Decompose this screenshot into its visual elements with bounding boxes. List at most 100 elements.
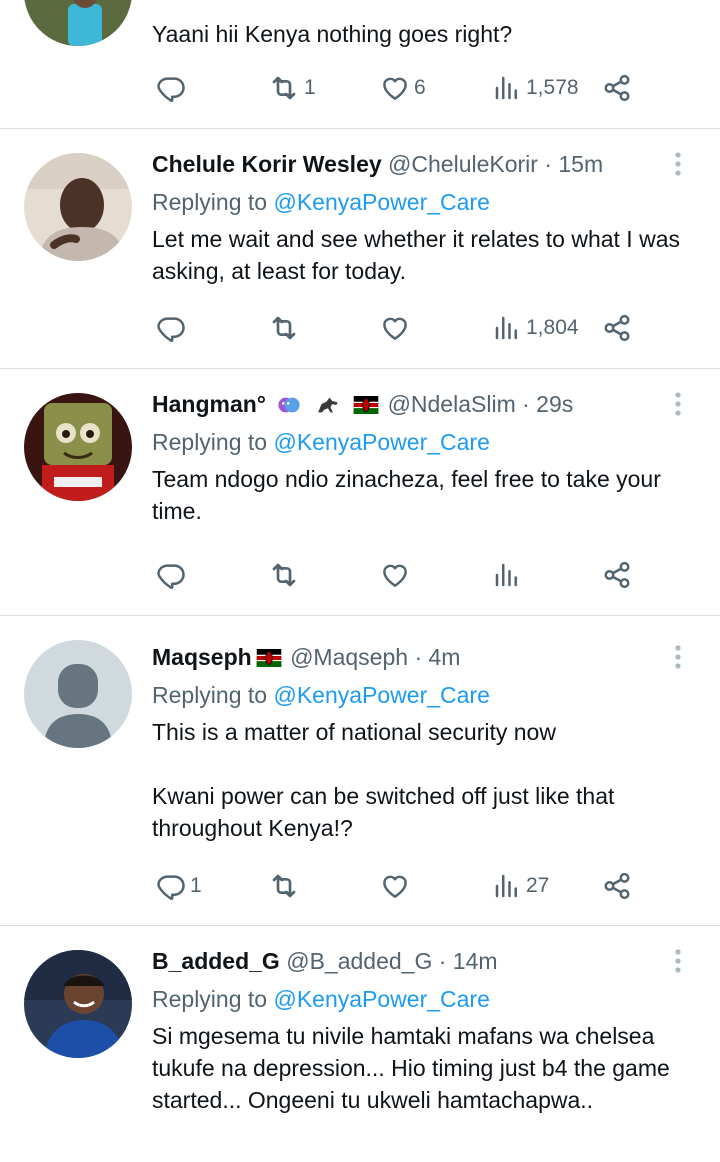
- tweet-actions: 1 6 1,578: [152, 70, 672, 106]
- replying-to-link[interactable]: @KenyaPower_Care: [273, 429, 489, 455]
- username[interactable]: @Maqseph: [290, 644, 408, 670]
- retweet-icon: [268, 559, 300, 591]
- tweet-text: Yaani hii Kenya nothing goes right?: [152, 21, 513, 47]
- heart-icon: [380, 313, 410, 343]
- reply-button[interactable]: [156, 557, 190, 593]
- avatar[interactable]: [24, 640, 132, 748]
- replying-to: Replying to @KenyaPower_Care: [152, 984, 700, 1014]
- retweet-button[interactable]: [268, 310, 304, 346]
- share-button[interactable]: [602, 310, 632, 346]
- tweet-text: This is a matter of national security no…: [152, 719, 615, 841]
- share-button[interactable]: [602, 557, 632, 593]
- replying-to-link[interactable]: @KenyaPower_Care: [273, 986, 489, 1012]
- tweet[interactable]: Yaani hii Kenya nothing goes right? 1 6 …: [0, 0, 720, 129]
- kenya-flag-icon: [353, 396, 379, 414]
- display-name[interactable]: Hangman°: [152, 391, 266, 417]
- heart-icon: [380, 871, 410, 901]
- timestamp[interactable]: · 4m: [414, 644, 460, 670]
- share-icon: [602, 871, 632, 901]
- retweet-button[interactable]: 1: [268, 70, 316, 106]
- tweet[interactable]: B_added_G @B_added_G · 14m Replying to @…: [0, 926, 720, 1162]
- username[interactable]: @NdelaSlim: [388, 391, 516, 417]
- tweet-actions: [152, 557, 672, 593]
- replying-prefix: Replying to: [152, 429, 274, 455]
- more-icon[interactable]: [674, 391, 682, 417]
- display-name[interactable]: Chelule Korir Wesley: [152, 151, 382, 177]
- views-icon: [492, 560, 522, 590]
- replying-prefix: Replying to: [152, 682, 274, 708]
- replying-to: Replying to @KenyaPower_Care: [152, 187, 700, 217]
- replying-prefix: Replying to: [152, 986, 274, 1012]
- display-name[interactable]: Maqseph: [152, 644, 252, 670]
- views-icon: [492, 313, 522, 343]
- views-icon: [492, 871, 522, 901]
- tweet-header: Maqseph @Maqseph · 4m: [152, 642, 700, 674]
- avatar[interactable]: [24, 153, 132, 261]
- reply-button[interactable]: [156, 70, 190, 106]
- like-button[interactable]: [380, 310, 414, 346]
- views-button[interactable]: 1,578: [492, 70, 579, 106]
- more-icon[interactable]: [674, 151, 682, 177]
- reply-button[interactable]: [156, 310, 190, 346]
- display-name[interactable]: B_added_G: [152, 948, 280, 974]
- share-icon: [602, 560, 632, 590]
- retweet-count: 1: [304, 76, 316, 99]
- tweet-actions: 1,804: [152, 310, 672, 346]
- like-count: 6: [414, 76, 426, 99]
- timestamp[interactable]: · 14m: [439, 948, 498, 974]
- tweet-text: Si mgesema tu nivile hamtaki mafans wa c…: [152, 1023, 670, 1113]
- tweet-header: Hangman° @NdelaSlim · 29s: [152, 389, 700, 421]
- avatar[interactable]: [24, 0, 132, 46]
- retweet-icon: [268, 72, 300, 104]
- tweet[interactable]: Hangman° @NdelaSlim · 29s Replying to @K…: [0, 369, 720, 616]
- more-icon[interactable]: [674, 948, 682, 974]
- username[interactable]: @B_added_G: [286, 948, 432, 974]
- views-button[interactable]: 27: [492, 868, 549, 904]
- tweet-text: Team ndogo ndio zinacheza, feel free to …: [152, 466, 661, 524]
- like-button[interactable]: [380, 868, 414, 904]
- views-icon: [492, 73, 522, 103]
- masks-emoji-icon: [278, 397, 301, 413]
- avatar[interactable]: [24, 393, 132, 501]
- tweet-text: Let me wait and see whether it relates t…: [152, 226, 680, 284]
- replying-to: Replying to @KenyaPower_Care: [152, 427, 700, 457]
- reply-button[interactable]: 1: [156, 868, 202, 904]
- avatar[interactable]: [24, 950, 132, 1058]
- heart-icon: [380, 73, 410, 103]
- retweet-button[interactable]: [268, 868, 304, 904]
- share-button[interactable]: [602, 70, 632, 106]
- share-button[interactable]: [602, 868, 632, 904]
- reply-count: 1: [190, 874, 202, 897]
- heart-icon: [380, 560, 410, 590]
- more-icon[interactable]: [674, 644, 682, 670]
- replying-to-link[interactable]: @KenyaPower_Care: [273, 189, 489, 215]
- share-icon: [602, 313, 632, 343]
- views-count: 1,578: [526, 76, 579, 99]
- share-icon: [602, 73, 632, 103]
- tweet-actions: 1 27: [152, 868, 672, 904]
- tweet-header: Chelule Korir Wesley @CheluleKorir · 15m: [152, 149, 700, 181]
- reply-icon: [156, 560, 186, 590]
- emoji-group: [266, 391, 388, 417]
- views-button[interactable]: [492, 557, 526, 593]
- views-button[interactable]: 1,804: [492, 310, 579, 346]
- timestamp[interactable]: · 29s: [522, 391, 573, 417]
- retweet-icon: [268, 312, 300, 344]
- replying-prefix: Replying to: [152, 189, 274, 215]
- reply-icon: [156, 313, 186, 343]
- horse-emoji-icon: [317, 397, 338, 413]
- replying-to-link[interactable]: @KenyaPower_Care: [273, 682, 489, 708]
- like-button[interactable]: [380, 557, 414, 593]
- like-button[interactable]: 6: [380, 70, 426, 106]
- reply-icon: [156, 73, 186, 103]
- views-count: 27: [526, 874, 550, 897]
- replying-to: Replying to @KenyaPower_Care: [152, 680, 700, 710]
- retweet-button[interactable]: [268, 557, 304, 593]
- tweet-header: B_added_G @B_added_G · 14m: [152, 946, 700, 978]
- timestamp[interactable]: · 15m: [544, 151, 603, 177]
- username[interactable]: @CheluleKorir: [388, 151, 538, 177]
- tweet[interactable]: Maqseph @Maqseph · 4m Replying to @Kenya…: [0, 616, 720, 926]
- kenya-flag-icon: [256, 649, 281, 667]
- reply-icon: [156, 871, 186, 901]
- tweet[interactable]: Chelule Korir Wesley @CheluleKorir · 15m…: [0, 129, 720, 369]
